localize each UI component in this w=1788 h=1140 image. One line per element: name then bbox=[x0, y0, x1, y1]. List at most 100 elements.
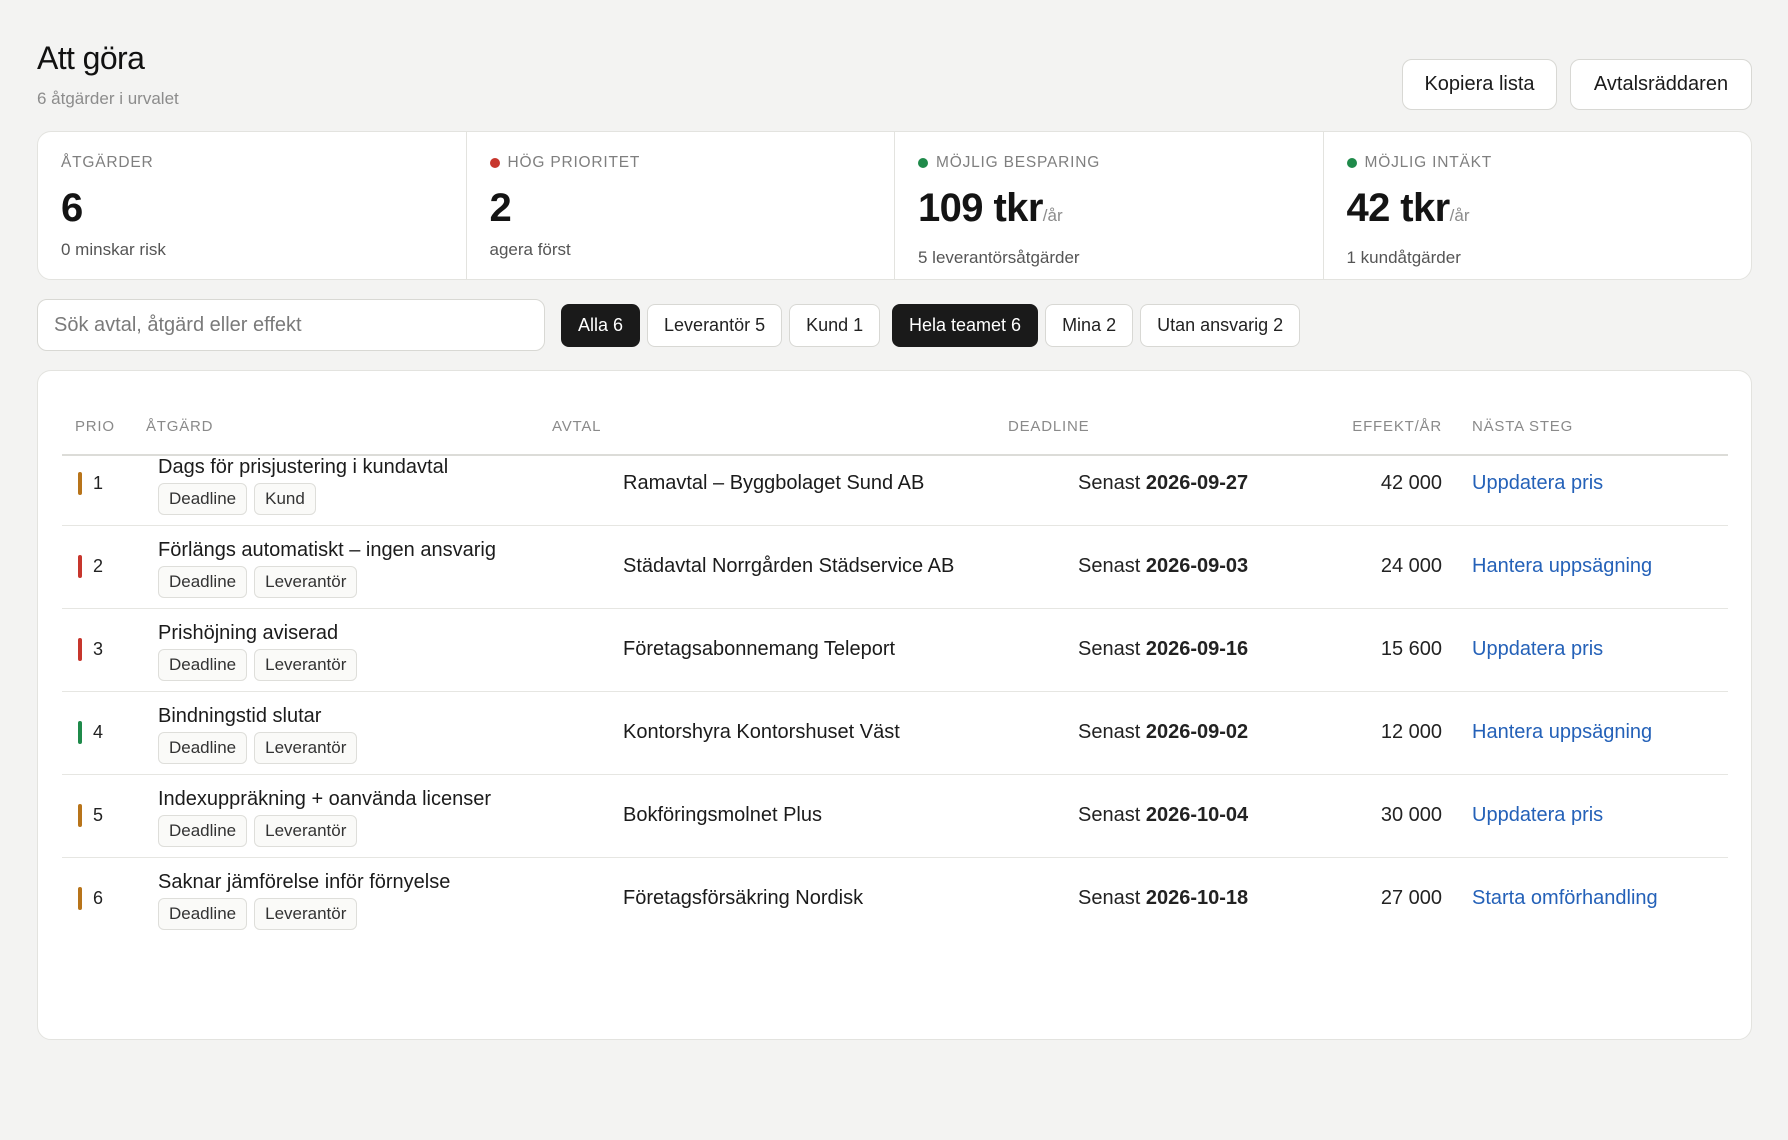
type-filter-chip[interactable]: Kund 1 bbox=[789, 304, 881, 347]
type-filter-chip[interactable]: Leverantör 5 bbox=[647, 304, 783, 347]
priority-number: 2 bbox=[93, 556, 104, 576]
stat-value: 42 tkr/år bbox=[1347, 186, 1729, 238]
todo-page: Att göra 6 åtgärder i urvalet Kopiera li… bbox=[0, 0, 1788, 1140]
owner-filter-chip[interactable]: Utan ansvarig 2 bbox=[1140, 304, 1301, 347]
next-step-link[interactable]: Hantera uppsägning bbox=[1472, 721, 1652, 744]
stat-subtext: 0 minskar risk bbox=[61, 240, 166, 259]
owner-filter-chip[interactable]: Mina 2 bbox=[1045, 304, 1134, 347]
column-header-prio[interactable]: PRIO bbox=[75, 418, 115, 435]
column-header-effect[interactable]: EFFEKT/ÅR bbox=[1352, 418, 1442, 435]
effect-value: 15 600 bbox=[1380, 638, 1442, 660]
page-title: Att göra bbox=[37, 40, 145, 76]
action-title: Saknar jämförelse inför förnyelse bbox=[158, 871, 451, 893]
stat-value-number: 6 bbox=[61, 186, 83, 230]
stat-card: HÖG PRIORITET 2 agera först bbox=[467, 132, 895, 279]
deadline-cell: Senast 2026-09-02 bbox=[1078, 721, 1248, 744]
tag-badge: Deadline bbox=[158, 815, 248, 847]
next-step-link[interactable]: Uppdatera pris bbox=[1472, 472, 1603, 495]
priority-number: 1 bbox=[93, 473, 104, 493]
deadline-date: 2026-09-16 bbox=[1145, 638, 1249, 660]
effect-value: 27 000 bbox=[1380, 887, 1442, 909]
stat-label-text: MÖJLIG BESPARING bbox=[936, 154, 1101, 171]
table-row[interactable]: 1 Dags för prisjustering i kundavtal Deadl… bbox=[62, 443, 1728, 526]
stat-card: MÖJLIG BESPARING 109 tkr/år 5 leverantörså… bbox=[895, 132, 1324, 279]
contract-name: Företagsabonnemang Teleport bbox=[623, 638, 896, 660]
next-step-link[interactable]: Hantera uppsägning bbox=[1472, 555, 1652, 578]
deadline-prefix: Senast bbox=[1078, 804, 1141, 826]
deadline-cell: Senast 2026-10-18 bbox=[1078, 887, 1248, 910]
contract-name: Företagsförsäkring Nordisk bbox=[623, 887, 864, 909]
deadline-prefix: Senast bbox=[1078, 555, 1141, 577]
status-dot-icon bbox=[1346, 158, 1357, 168]
deadline-prefix: Senast bbox=[1078, 887, 1141, 909]
stat-value: 109 tkr/år bbox=[918, 186, 1300, 238]
table-row[interactable]: 4 Bindningstid slutar Deadline Leverantör Ko… bbox=[62, 692, 1728, 775]
column-header-action[interactable]: ÅTGÄRD bbox=[146, 418, 213, 435]
tag-list: Deadline Kund bbox=[158, 483, 316, 515]
priority-number: 5 bbox=[93, 805, 104, 825]
tag-badge: Deadline bbox=[158, 649, 248, 681]
stat-label-text: MÖJLIG INTÄKT bbox=[1364, 154, 1493, 171]
column-header-next-step[interactable]: NÄSTA STEG bbox=[1472, 418, 1573, 435]
table-row[interactable]: 6 Saknar jämförelse inför förnyelse Deadli… bbox=[62, 858, 1728, 941]
deadline-date: 2026-10-18 bbox=[1145, 887, 1249, 909]
tag-badge: Leverantör bbox=[254, 732, 358, 764]
tag-badge: Leverantör bbox=[254, 815, 358, 847]
tag-badge: Deadline bbox=[158, 483, 248, 515]
tag-badge: Deadline bbox=[158, 898, 248, 930]
stats-panel: ÅTGÄRDER 6 0 minskar risk HÖG PRIORITET 2 age… bbox=[37, 131, 1752, 280]
table-row[interactable]: 5 Indexuppräkning + oanvända licenser Dead… bbox=[62, 775, 1728, 858]
status-dot-icon bbox=[918, 158, 928, 168]
deadline-date: 2026-09-03 bbox=[1145, 555, 1249, 577]
tag-list: Deadline Leverantör bbox=[158, 815, 358, 847]
copy-list-button[interactable]: Kopiera lista bbox=[1402, 59, 1557, 110]
stat-unit: /år bbox=[1449, 206, 1470, 225]
page-subtitle: 6 åtgärder i urvalet bbox=[37, 89, 179, 108]
priority-indicator bbox=[78, 804, 82, 827]
tag-list: Deadline Leverantör bbox=[158, 649, 358, 681]
owner-filter-chip[interactable]: Hela teamet 6 bbox=[892, 304, 1039, 347]
contract-name: Ramavtal – Byggbolaget Sund AB bbox=[623, 472, 925, 494]
action-title: Förlängs automatiskt – ingen ansvarig bbox=[158, 539, 496, 561]
table-row[interactable]: 3 Prishöjning aviserad Deadline Leverantör F… bbox=[62, 609, 1728, 692]
action-title: Prishöjning aviserad bbox=[158, 622, 339, 644]
search-input[interactable] bbox=[37, 299, 545, 351]
stat-unit: /år bbox=[1042, 206, 1063, 225]
contract-name: Bokföringsmolnet Plus bbox=[623, 804, 822, 826]
table-row[interactable]: 2 Förlängs automatiskt – ingen ansvarig De… bbox=[62, 526, 1728, 609]
deadline-cell: Senast 2026-10-04 bbox=[1078, 804, 1248, 827]
action-title: Indexuppräkning + oanvända licenser bbox=[158, 788, 492, 810]
tag-badge: Deadline bbox=[158, 566, 248, 598]
effect-value: 24 000 bbox=[1380, 555, 1442, 577]
effect-value: 30 000 bbox=[1380, 804, 1442, 826]
contract-name: Städavtal Norrgården Städservice AB bbox=[623, 555, 955, 577]
deadline-cell: Senast 2026-09-16 bbox=[1078, 638, 1248, 661]
action-title: Bindningstid slutar bbox=[158, 705, 322, 727]
next-step-link[interactable]: Uppdatera pris bbox=[1472, 638, 1603, 661]
tag-badge: Leverantör bbox=[254, 649, 358, 681]
column-header-contract[interactable]: AVTAL bbox=[552, 418, 601, 435]
column-header-deadline[interactable]: DEADLINE bbox=[1008, 418, 1089, 435]
deadline-prefix: Senast bbox=[1078, 638, 1141, 660]
deadline-date: 2026-09-02 bbox=[1145, 721, 1249, 743]
contract-name: Kontorshyra Kontorshuset Väst bbox=[623, 721, 900, 743]
priority-number: 4 bbox=[93, 722, 104, 742]
deadline-cell: Senast 2026-09-27 bbox=[1078, 472, 1248, 495]
effect-value: 42 000 bbox=[1380, 472, 1442, 494]
action-title: Dags för prisjustering i kundavtal bbox=[158, 456, 449, 478]
tag-badge: Leverantör bbox=[254, 566, 358, 598]
stat-label: MÖJLIG INTÄKT bbox=[1346, 154, 1729, 172]
next-step-link[interactable]: Uppdatera pris bbox=[1472, 804, 1603, 827]
priority-indicator bbox=[78, 638, 82, 661]
stat-value-number: 109 tkr bbox=[918, 186, 1043, 230]
next-step-link[interactable]: Starta omförhandling bbox=[1472, 887, 1658, 910]
deadline-cell: Senast 2026-09-03 bbox=[1078, 555, 1248, 578]
stat-card: MÖJLIG INTÄKT 42 tkr/år 1 kundåtgärder bbox=[1324, 132, 1752, 279]
deadline-date: 2026-09-27 bbox=[1145, 472, 1249, 494]
priority-number: 3 bbox=[93, 639, 104, 659]
contract-saver-button[interactable]: Avtalsräddaren bbox=[1570, 59, 1752, 110]
stat-subtext: 1 kundåtgärder bbox=[1346, 248, 1461, 267]
type-filter-chip[interactable]: Alla 6 bbox=[561, 304, 641, 347]
stat-subtext: 5 leverantörsåtgärder bbox=[918, 248, 1080, 267]
tag-list: Deadline Leverantör bbox=[158, 898, 358, 930]
